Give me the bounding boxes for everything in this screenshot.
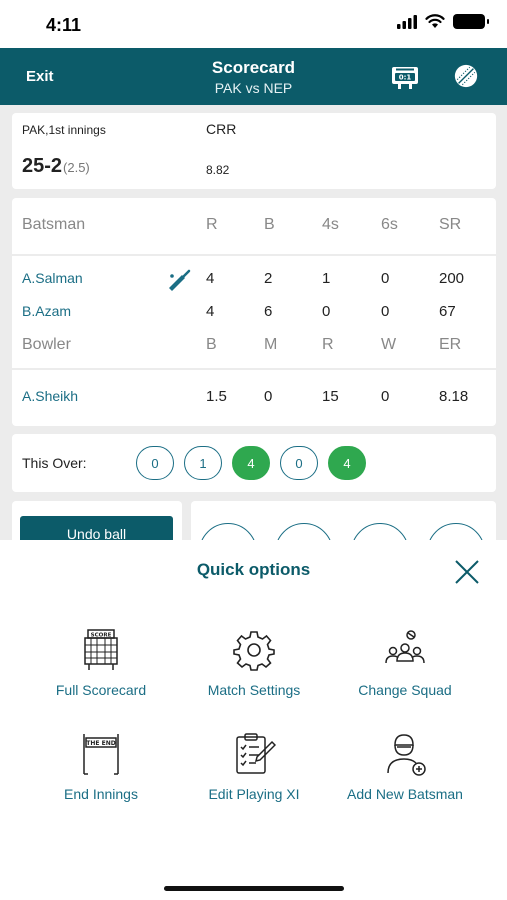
bowler-wickets: 0 (381, 388, 390, 405)
end-banner-icon: THE END (83, 734, 119, 775)
team-score: 25-2(2.5) (22, 155, 90, 178)
option-label: Change Squad (358, 682, 452, 698)
option-label: Match Settings (207, 682, 301, 698)
bowler-row[interactable]: A.Sheikh 1.5 0 15 0 8.18 (12, 388, 496, 412)
ball-chip-boundary: 4 (328, 446, 366, 480)
divider (12, 368, 496, 370)
batsman-balls: 2 (264, 270, 273, 287)
bowler-runs-col-header: R (322, 336, 334, 353)
option-label: Add New Batsman (347, 786, 463, 802)
page-title: Scorecard (211, 58, 296, 77)
change-squad-option[interactable]: Change Squad (325, 628, 485, 698)
runs-col-header: R (206, 216, 218, 233)
edit-playing-xi-option[interactable]: Edit Playing XI (174, 732, 334, 802)
wickets-col-header: W (381, 336, 397, 353)
crr-value: 8.82 (206, 163, 230, 177)
ball-chip: 1 (184, 446, 222, 480)
batsman-row[interactable]: A.Salman 4 2 1 0 200 (12, 269, 496, 294)
scorecard-board-icon: SCORE (84, 629, 118, 670)
signal-icon (397, 14, 417, 29)
quick-options-sheet: Quick options SCORE Full Scorecard Match… (0, 540, 507, 900)
add-new-batsman-option[interactable]: Add New Batsman (325, 732, 485, 802)
bowling-header-row: Bowler B M R W ER (12, 336, 496, 360)
innings-summary-card: PAK,1st innings 25-2(2.5) CRR 8.82 (12, 113, 496, 189)
ball-chip: 0 (136, 446, 174, 480)
batsman-col-header: Batsman (22, 216, 86, 233)
batsman-balls: 6 (264, 303, 273, 320)
batsman-sixes: 0 (381, 303, 390, 320)
match-settings-option[interactable]: Match Settings (174, 628, 334, 698)
close-icon[interactable] (452, 557, 482, 587)
score-value: 25-2 (22, 155, 63, 177)
batsman-strike-rate: 67 (439, 303, 456, 320)
batting-header-row: Batsman R B 4s 6s SR (12, 216, 496, 240)
divider (12, 254, 496, 256)
gear-icon (233, 631, 275, 671)
fours-col-header: 4s (322, 216, 339, 233)
batsman-runs: 4 (206, 270, 215, 287)
ball-chip: 0 (280, 446, 318, 480)
wifi-icon (425, 14, 445, 28)
bowler-col-header: Bowler (22, 336, 71, 353)
batsman-sixes: 0 (381, 270, 390, 287)
full-scorecard-option[interactable]: SCORE Full Scorecard (21, 628, 181, 698)
end-innings-option[interactable]: THE END End Innings (21, 732, 181, 802)
crr-label: CRR (206, 121, 237, 137)
option-label: End Innings (64, 786, 138, 802)
innings-label: PAK,1st innings (22, 123, 106, 137)
batsman-fours: 0 (322, 303, 331, 320)
cricket-bat-icon (169, 269, 191, 291)
sixes-col-header: 6s (381, 216, 398, 233)
svg-text:THE END: THE END (86, 740, 115, 747)
sheet-title: Quick options (196, 560, 311, 579)
scoreboard-icon[interactable]: 0:1 (391, 64, 419, 90)
cricket-ball-icon[interactable] (452, 63, 480, 89)
match-subtitle: PAK vs NEP (214, 80, 293, 96)
overs-value: (2.5) (63, 160, 90, 175)
batsman-runs: 4 (206, 303, 215, 320)
strike-rate-col-header: SR (439, 216, 462, 233)
maidens-col-header: M (264, 336, 278, 353)
add-batsman-icon (387, 734, 426, 776)
clipboard-edit-icon (236, 733, 276, 774)
this-over-label: This Over: (22, 455, 87, 471)
batsman-name[interactable]: A.Salman (22, 270, 83, 286)
economy-col-header: ER (439, 336, 462, 353)
batsman-strike-rate: 200 (439, 270, 465, 287)
bowler-economy: 8.18 (439, 388, 469, 405)
battery-icon (453, 14, 489, 29)
bowler-balls: 1.5 (206, 388, 227, 405)
option-label: Full Scorecard (55, 682, 147, 698)
bowler-balls-col-header: B (206, 336, 217, 353)
batsman-fours: 1 (322, 270, 331, 287)
balls-col-header: B (264, 216, 275, 233)
home-indicator (164, 886, 344, 891)
stats-card: Batsman R B 4s 6s SR A.Salman 4 2 1 0 20… (12, 198, 496, 426)
option-label: Edit Playing XI (208, 786, 300, 802)
this-over-balls: 0 1 4 0 4 (136, 446, 366, 480)
this-over-card: This Over: 0 1 4 0 4 (12, 434, 496, 492)
team-icon (385, 630, 425, 664)
svg-text:0:1: 0:1 (399, 74, 412, 82)
batsman-row[interactable]: B.Azam 4 6 0 0 67 (12, 303, 496, 327)
header-center: Scorecard PAK vs NEP (0, 58, 507, 96)
batsman-name[interactable]: B.Azam (22, 303, 71, 319)
app-header: Exit Scorecard PAK vs NEP 0:1 (0, 48, 507, 105)
bowler-maidens: 0 (264, 388, 273, 405)
status-bar: 4:11 (0, 0, 507, 48)
status-icons (397, 14, 489, 29)
bowler-runs: 15 (322, 388, 339, 405)
status-time: 4:11 (46, 15, 82, 35)
bowler-name[interactable]: A.Sheikh (22, 388, 78, 404)
ball-chip-boundary: 4 (232, 446, 270, 480)
